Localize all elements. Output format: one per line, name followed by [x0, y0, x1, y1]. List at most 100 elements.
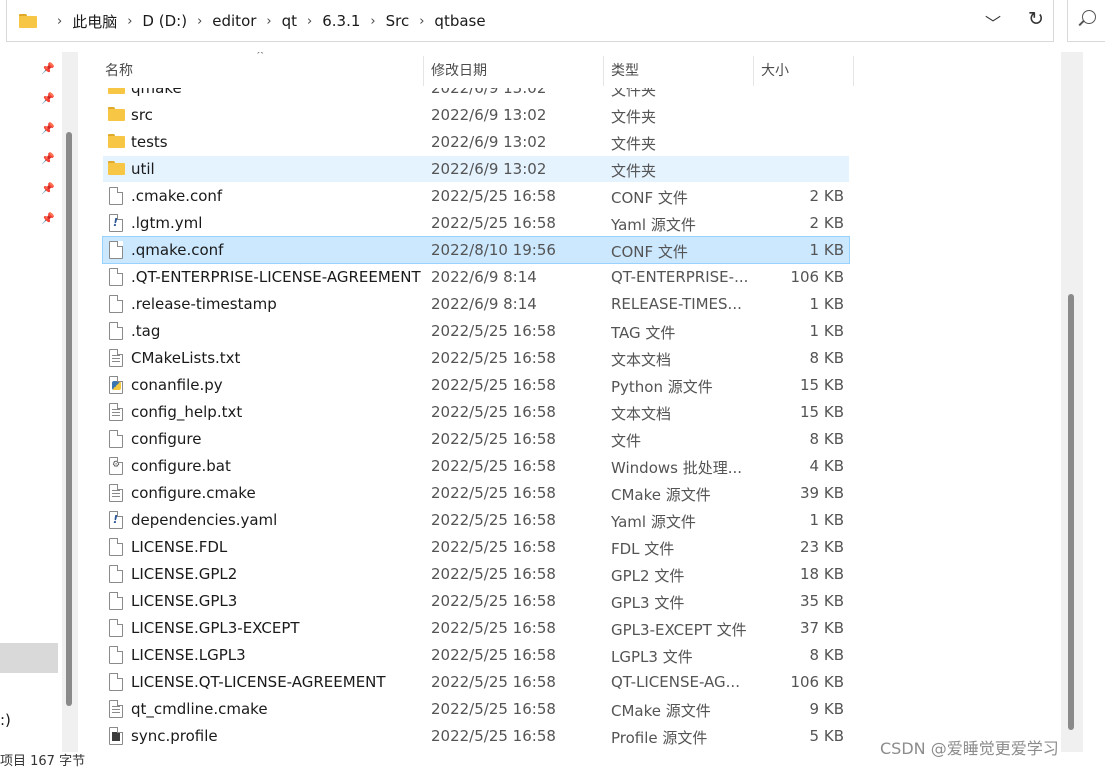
file-row[interactable]: CMakeLists.txt 2022/5/25 16:58 文本文档 8 KB: [103, 345, 849, 371]
column-divider[interactable]: [423, 56, 424, 86]
file-date: 2022/5/25 16:58: [431, 673, 556, 691]
file-name: configure.bat: [131, 457, 231, 475]
file-row[interactable]: .tag 2022/5/25 16:58 TAG 文件 1 KB: [103, 318, 849, 344]
column-divider[interactable]: [603, 56, 604, 86]
nav-scrollbar-thumb[interactable]: [66, 132, 72, 706]
file-row[interactable]: qt_cmdline.cmake 2022/5/25 16:58 CMake 源文件…: [103, 696, 849, 722]
file-type: Python 源文件: [611, 378, 713, 396]
file-name: LICENSE.GPL2: [131, 565, 238, 583]
file-name: CMakeLists.txt: [131, 349, 241, 367]
breadcrumb-item-d-drive[interactable]: D (D:): [142, 12, 187, 30]
chevron-right-icon[interactable]: ›: [370, 14, 375, 29]
file-name: tests: [131, 133, 168, 151]
nav-item-label[interactable]: :): [0, 711, 11, 729]
file-type: Yaml 源文件: [611, 216, 696, 234]
file-row[interactable]: .lgtm.yml 2022/5/25 16:58 Yaml 源文件 2 KB: [103, 210, 849, 236]
file-date: 2022/5/25 16:58: [431, 349, 556, 367]
pin-icon[interactable]: 📌: [41, 62, 55, 75]
column-header-size[interactable]: 大小: [761, 60, 789, 80]
text-file-icon: [109, 349, 123, 367]
file-type: 文件: [611, 432, 642, 450]
chevron-right-icon[interactable]: ›: [307, 14, 312, 29]
yaml-file-icon: [109, 511, 123, 529]
file-row[interactable]: src 2022/6/9 13:02 文件夹: [103, 102, 849, 128]
chevron-right-icon[interactable]: ›: [197, 14, 202, 29]
file-size: 37 KB: [800, 619, 844, 637]
file-size: 8 KB: [809, 349, 844, 367]
python-file-icon: [109, 376, 123, 394]
column-header-type[interactable]: 类型: [611, 60, 639, 80]
text-file-icon: [109, 700, 123, 718]
file-size: 8 KB: [809, 646, 844, 664]
file-row[interactable]: .cmake.conf 2022/5/25 16:58 CONF 文件 2 KB: [103, 183, 849, 209]
search-box[interactable]: [1067, 0, 1105, 42]
file-icon: [109, 619, 123, 637]
file-icon: [109, 268, 123, 286]
breadcrumb-item-qt[interactable]: qt: [282, 12, 297, 30]
file-row[interactable]: .QT-ENTERPRISE-LICENSE-AGREEMENT 2022/6/9…: [103, 264, 849, 290]
file-date: 2022/5/25 16:58: [431, 484, 556, 502]
file-icon: [109, 295, 123, 313]
file-row[interactable]: configure.cmake 2022/5/25 16:58 CMake 源文件 3…: [103, 480, 849, 506]
refresh-icon[interactable]: ↻: [1028, 8, 1044, 30]
file-row[interactable]: tests 2022/6/9 13:02 文件夹: [103, 129, 849, 155]
column-header-name[interactable]: 名称: [105, 60, 133, 80]
file-row[interactable]: LICENSE.GPL3 2022/5/25 16:58 GPL3 文件 35 KB: [103, 588, 849, 614]
column-divider[interactable]: [753, 56, 754, 86]
pin-icon[interactable]: 📌: [41, 92, 55, 105]
file-type: CONF 文件: [611, 243, 688, 261]
file-row[interactable]: LICENSE.QT-LICENSE-AGREEMENT 2022/5/25 16…: [103, 669, 849, 695]
file-date: 2022/5/25 16:58: [431, 214, 556, 232]
file-row[interactable]: configure.bat 2022/5/25 16:58 Windows 批处理.…: [103, 453, 849, 479]
file-icon: [109, 565, 123, 583]
file-row[interactable]: util 2022/6/9 13:02 文件夹: [103, 156, 849, 182]
chevron-right-icon[interactable]: ›: [127, 14, 132, 29]
file-type: GPL3 文件: [611, 594, 685, 612]
pin-icon[interactable]: 📌: [41, 152, 55, 165]
file-row[interactable]: configure 2022/5/25 16:58 文件 8 KB: [103, 426, 849, 452]
file-row[interactable]: config_help.txt 2022/5/25 16:58 文本文档 15 KB: [103, 399, 849, 425]
file-row[interactable]: LICENSE.GPL3-EXCEPT 2022/5/25 16:58 GPL3-E…: [103, 615, 849, 641]
file-icon: [109, 241, 123, 259]
nav-item-selected[interactable]: [0, 643, 58, 673]
breadcrumb-item-qtbase[interactable]: qtbase: [434, 12, 485, 30]
file-name: .lgtm.yml: [131, 214, 203, 232]
yaml-file-icon: [109, 214, 123, 232]
chevron-right-icon[interactable]: ›: [419, 14, 424, 29]
file-date: 2022/5/25 16:58: [431, 619, 556, 637]
file-size: 23 KB: [800, 538, 844, 556]
file-date: 2022/6/9 8:14: [431, 268, 537, 286]
file-row[interactable]: conanfile.py 2022/5/25 16:58 Python 源文件 15 …: [103, 372, 849, 398]
column-divider[interactable]: [853, 56, 854, 86]
file-row[interactable]: LICENSE.GPL2 2022/5/25 16:58 GPL2 文件 18 KB: [103, 561, 849, 587]
file-type: TAG 文件: [611, 324, 676, 342]
file-date: 2022/5/25 16:58: [431, 727, 556, 745]
file-row[interactable]: .qmake.conf 2022/8/10 19:56 CONF 文件 1 KB: [102, 236, 850, 264]
file-date: 2022/5/25 16:58: [431, 430, 556, 448]
breadcrumb-item-version[interactable]: 6.3.1: [322, 12, 360, 30]
pin-icon[interactable]: 📌: [41, 182, 55, 195]
chevron-right-icon[interactable]: ›: [57, 14, 62, 29]
file-name: LICENSE.LGPL3: [131, 646, 246, 664]
file-row[interactable]: LICENSE.FDL 2022/5/25 16:58 FDL 文件 23 KB: [103, 534, 849, 560]
breadcrumb-item-src[interactable]: Src: [386, 12, 410, 30]
file-type: QT-LICENSE-AG...: [611, 673, 740, 691]
breadcrumb-item-editor[interactable]: editor: [212, 12, 256, 30]
file-row[interactable]: sync.profile 2022/5/25 16:58 Profile 源文件 5 …: [103, 723, 849, 749]
file-icon: [109, 592, 123, 610]
file-row[interactable]: LICENSE.LGPL3 2022/5/25 16:58 LGPL3 文件 8 KB: [103, 642, 849, 668]
breadcrumb-item-this-pc[interactable]: 此电脑: [72, 11, 117, 32]
file-row[interactable]: .release-timestamp 2022/6/9 8:14 RELEASE-T…: [103, 291, 849, 317]
file-size: 18 KB: [800, 565, 844, 583]
file-name: .qmake.conf: [131, 241, 224, 259]
pin-icon[interactable]: 📌: [41, 212, 55, 225]
file-type: 文本文档: [611, 405, 672, 423]
chevron-right-icon[interactable]: ›: [266, 14, 271, 29]
file-row[interactable]: dependencies.yaml 2022/5/25 16:58 Yaml 源文件…: [103, 507, 849, 533]
chevron-down-icon[interactable]: ﹀: [985, 10, 1001, 34]
file-list-scrollbar-thumb[interactable]: [1068, 294, 1074, 730]
pin-icon[interactable]: 📌: [41, 122, 55, 135]
file-date: 2022/5/25 16:58: [431, 457, 556, 475]
address-bar[interactable]: › 此电脑 › D (D:) › editor › qt › 6.3.1 › S…: [6, 0, 1054, 42]
column-header-date[interactable]: 修改日期: [431, 60, 487, 80]
